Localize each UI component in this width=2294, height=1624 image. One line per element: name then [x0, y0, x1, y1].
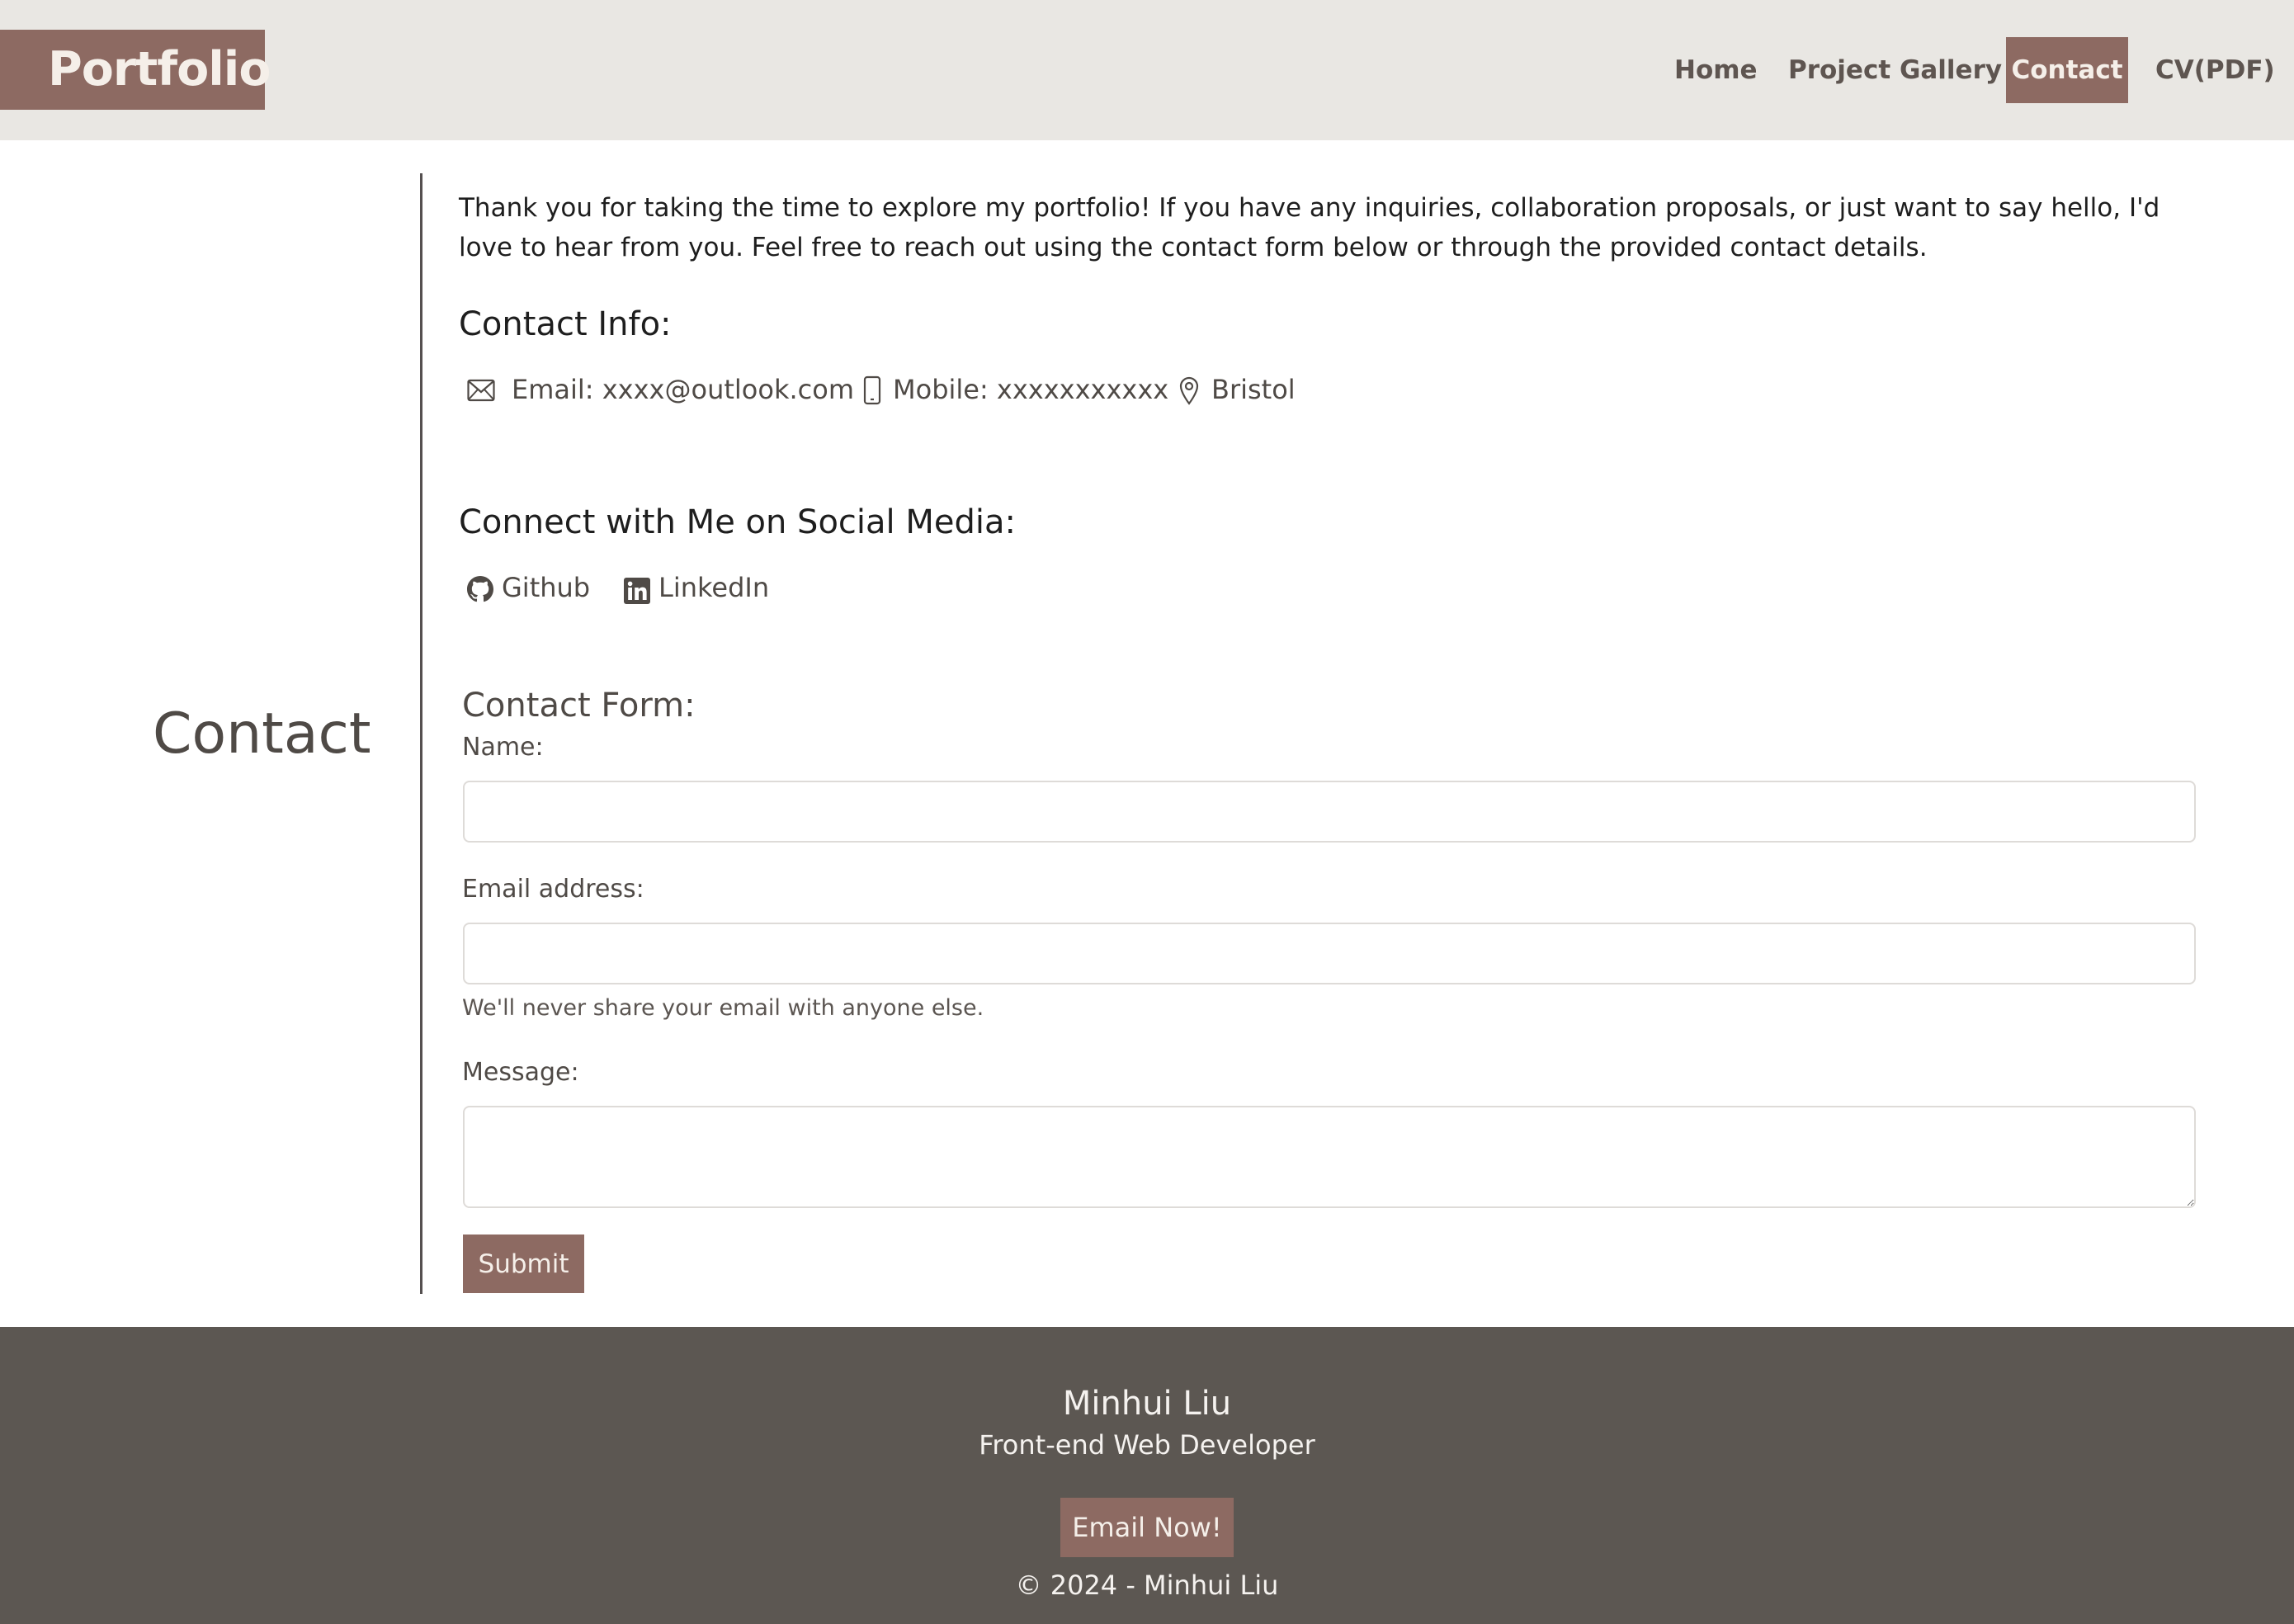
email-input[interactable] — [463, 923, 2196, 984]
nav-cv-pdf[interactable]: CV(PDF) — [2155, 37, 2275, 103]
page-title: Contact — [153, 701, 371, 767]
contact-mobile-text: Mobile: xxxxxxxxxxx — [893, 374, 1169, 405]
message-label: Message: — [462, 1058, 579, 1087]
email-now-button[interactable]: Email Now! — [1060, 1498, 1234, 1557]
intro-text: Thank you for taking the time to explore… — [459, 193, 2160, 262]
brand-logo[interactable]: Portfolio — [0, 30, 271, 110]
contact-location-text: Bristol — [1211, 374, 1296, 405]
site-footer: Minhui Liu Front-end Web Developer Email… — [0, 1327, 2294, 1624]
github-icon — [467, 576, 493, 602]
email-label: Email address: — [462, 875, 644, 904]
email-help-text: We'll never share your email with anyone… — [462, 995, 984, 1021]
social-github-label: Github — [502, 572, 591, 603]
footer-role: Front-end Web Developer — [979, 1429, 1315, 1461]
site-header: Portfolio Home Project Gallery Contact C… — [0, 0, 2294, 140]
vertical-divider — [420, 173, 422, 1294]
footer-name: Minhui Liu — [1062, 1385, 1232, 1423]
name-label: Name: — [462, 733, 544, 762]
nav-project-gallery[interactable]: Project Gallery — [1788, 37, 2002, 103]
submit-button[interactable]: Submit — [463, 1235, 584, 1293]
social-heading: Connect with Me on Social Media: — [459, 503, 1016, 541]
phone-icon — [863, 375, 881, 405]
social-linkedin-label: LinkedIn — [658, 572, 770, 603]
contact-form-heading: Contact Form: — [462, 687, 696, 725]
name-input[interactable] — [463, 781, 2196, 843]
nav-contact[interactable]: Contact — [2006, 37, 2128, 103]
message-textarea[interactable] — [463, 1106, 2196, 1208]
linkedin-icon — [624, 578, 650, 604]
map-pin-icon — [1179, 376, 1199, 405]
contact-info-heading: Contact Info: — [459, 305, 672, 343]
nav-home[interactable]: Home — [1674, 37, 1758, 103]
footer-copyright: © 2024 - Minhui Liu — [1015, 1570, 1279, 1601]
envelope-icon — [467, 379, 495, 402]
contact-email-text: Email: xxxx@outlook.com — [512, 374, 854, 405]
